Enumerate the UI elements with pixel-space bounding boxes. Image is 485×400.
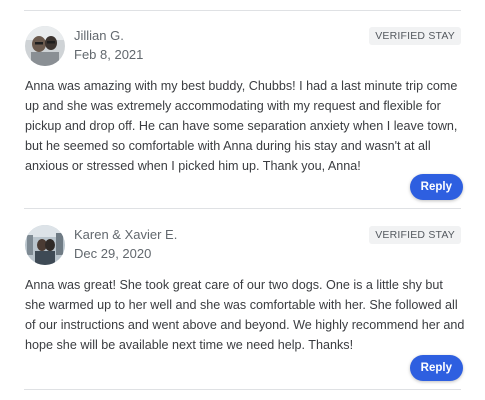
verified-stay-badge: VERIFIED STAY <box>369 27 461 45</box>
reply-button[interactable]: Reply <box>409 355 463 381</box>
reply-button[interactable]: Reply <box>409 174 463 200</box>
reviews-page: Jillian G. Feb 8, 2021 VERIFIED STAY Ann… <box>0 0 485 400</box>
verified-stay-badge: VERIFIED STAY <box>369 226 461 244</box>
review-text: Anna was great! She took great care of o… <box>25 278 465 352</box>
divider <box>24 389 461 390</box>
review-date: Feb 8, 2021 <box>74 47 144 62</box>
review-date: Dec 29, 2020 <box>74 246 152 261</box>
avatar[interactable] <box>25 225 65 265</box>
reviewer-name[interactable]: Karen & Xavier E. <box>74 227 177 242</box>
avatar-photo <box>25 225 65 265</box>
review-text: Anna was amazing with my best buddy, Chu… <box>25 79 458 173</box>
avatar-photo <box>25 26 65 66</box>
avatar[interactable] <box>25 26 65 66</box>
divider <box>24 208 461 209</box>
reviewer-name[interactable]: Jillian G. <box>74 28 124 43</box>
divider <box>24 10 461 11</box>
